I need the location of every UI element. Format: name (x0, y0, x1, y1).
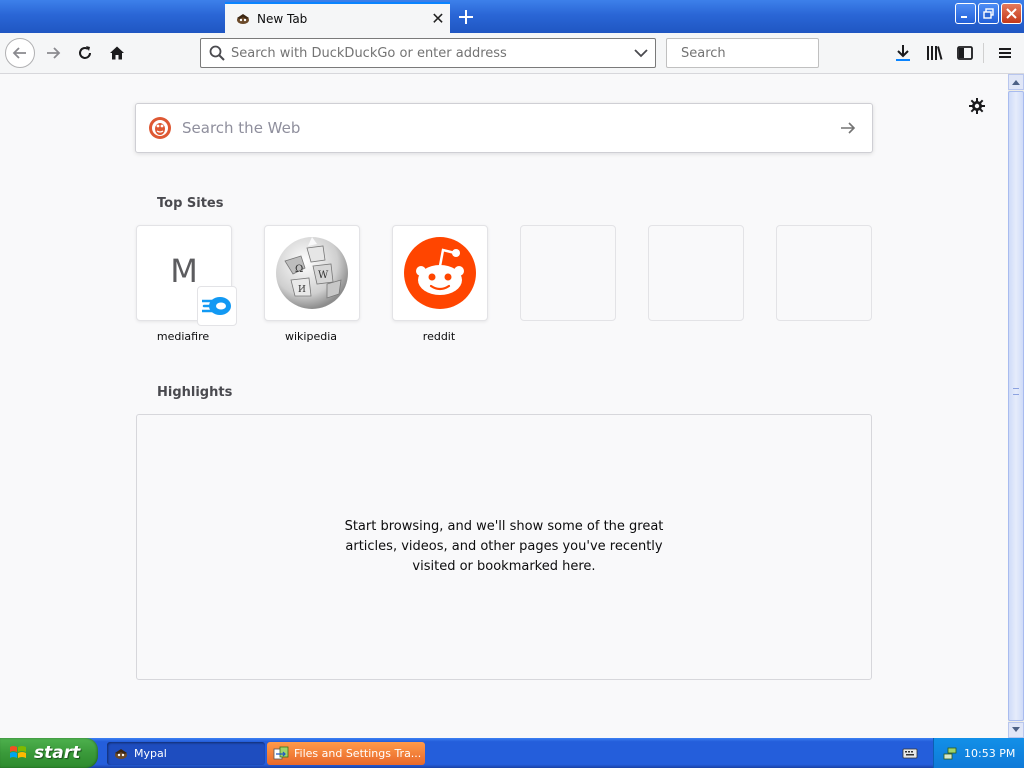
scrollbar-grip (1013, 388, 1019, 395)
download-icon (896, 45, 910, 61)
reload-icon (79, 46, 91, 59)
network-icon[interactable] (942, 745, 958, 761)
sidebar-button[interactable] (950, 38, 980, 68)
top-site-tile-reddit[interactable] (392, 225, 488, 321)
mediafire-icon (202, 297, 231, 315)
top-site-tile-wikipedia[interactable]: Ω W И (264, 225, 360, 321)
tab-close-icon[interactable]: ✕ (426, 7, 450, 31)
highlights-message: Start browsing, and we'll show some of t… (344, 519, 664, 574)
toolbar-separator (983, 43, 984, 63)
highlights-empty-state: Start browsing, and we'll show some of t… (136, 414, 872, 680)
mypal-favicon-icon (237, 13, 249, 24)
taskbar-item-label: Files and Settings Tra... (294, 747, 422, 760)
forward-icon (47, 47, 61, 59)
menu-button[interactable] (990, 38, 1020, 68)
keyboard-icon[interactable] (902, 745, 918, 761)
top-site-label: reddit (422, 330, 456, 343)
top-site-label: wikipedia (284, 330, 337, 343)
duckduckgo-icon (149, 117, 171, 139)
gear-icon (969, 98, 985, 114)
close-icon (1006, 8, 1017, 19)
start-label: start (34, 743, 81, 763)
arrow-up-icon (1012, 80, 1020, 85)
arrow-right-icon (841, 122, 856, 134)
back-icon (12, 47, 26, 59)
sidebar-icon (957, 46, 973, 60)
tile-letter: M (170, 252, 198, 290)
minimize-icon (961, 16, 967, 18)
url-input[interactable] (231, 45, 627, 61)
close-window-button[interactable] (1001, 3, 1022, 24)
restore-icon (983, 8, 994, 19)
search-input[interactable] (681, 45, 851, 61)
minimize-button[interactable] (955, 3, 976, 24)
search-icon (209, 45, 225, 61)
home-icon (110, 46, 124, 60)
start-button[interactable]: start (0, 738, 98, 768)
downloads-button[interactable] (888, 38, 918, 68)
system-tray: 10:53 PM (933, 738, 1024, 768)
menu-icon (999, 48, 1011, 58)
web-search-box[interactable] (135, 103, 873, 153)
top-site-label: mediafire (156, 330, 210, 343)
web-search-input[interactable] (182, 119, 824, 137)
transfer-wizard-icon (273, 746, 289, 759)
svg-text:W: W (318, 270, 329, 281)
top-site-tile-empty[interactable] (648, 225, 744, 321)
arrow-down-icon (1012, 727, 1020, 732)
highlights-heading: Highlights (157, 385, 233, 400)
svg-text:Ω: Ω (295, 264, 303, 275)
wikipedia-globe-icon: Ω W И (276, 237, 348, 309)
plus-icon (459, 10, 473, 24)
scrollbar-thumb[interactable] (1008, 91, 1024, 721)
svg-text:И: И (298, 285, 306, 295)
tab-title: New Tab (257, 11, 308, 26)
top-site-tile-mediafire[interactable]: M (136, 225, 237, 326)
url-bar[interactable] (200, 38, 656, 68)
taskbar-item-label: Mypal (134, 747, 167, 760)
windows-taskbar: start Mypal Files and Settings Tra... 10… (0, 738, 1024, 768)
web-search-go-button[interactable] (824, 104, 872, 152)
top-site-tile-empty[interactable] (776, 225, 872, 321)
clock: 10:53 PM (964, 746, 1016, 760)
url-dropdown-button[interactable] (627, 39, 655, 67)
taskbar-item-files-settings[interactable]: Files and Settings Tra... (267, 742, 425, 765)
scroll-down-button[interactable] (1008, 722, 1024, 738)
tab-strip: New Tab ✕ (0, 0, 1024, 33)
top-site-tile-empty[interactable] (520, 225, 616, 321)
library-button[interactable] (919, 38, 949, 68)
taskbar-item-mypal[interactable]: Mypal (107, 742, 265, 765)
reddit-icon (404, 237, 476, 309)
restore-button[interactable] (978, 3, 999, 24)
forward-button[interactable] (38, 38, 68, 68)
tab-new-tab[interactable]: New Tab ✕ (225, 2, 450, 33)
search-bar[interactable] (666, 38, 851, 68)
home-button[interactable] (102, 38, 132, 68)
reload-button[interactable] (70, 38, 100, 68)
mediafire-badge (197, 286, 237, 326)
mypal-app-icon (115, 748, 127, 759)
top-sites-heading: Top Sites (157, 196, 224, 211)
windows-flag-icon (10, 746, 26, 758)
library-icon (927, 46, 943, 60)
customize-button[interactable] (965, 94, 989, 118)
newtab-page: Top Sites M mediafire (0, 74, 1008, 738)
new-tab-button[interactable] (453, 4, 479, 30)
navigation-toolbar (0, 33, 1024, 74)
back-button[interactable] (5, 38, 35, 68)
chevron-down-icon (634, 49, 648, 58)
scroll-up-button[interactable] (1008, 74, 1024, 90)
vertical-scrollbar[interactable] (1008, 74, 1024, 738)
